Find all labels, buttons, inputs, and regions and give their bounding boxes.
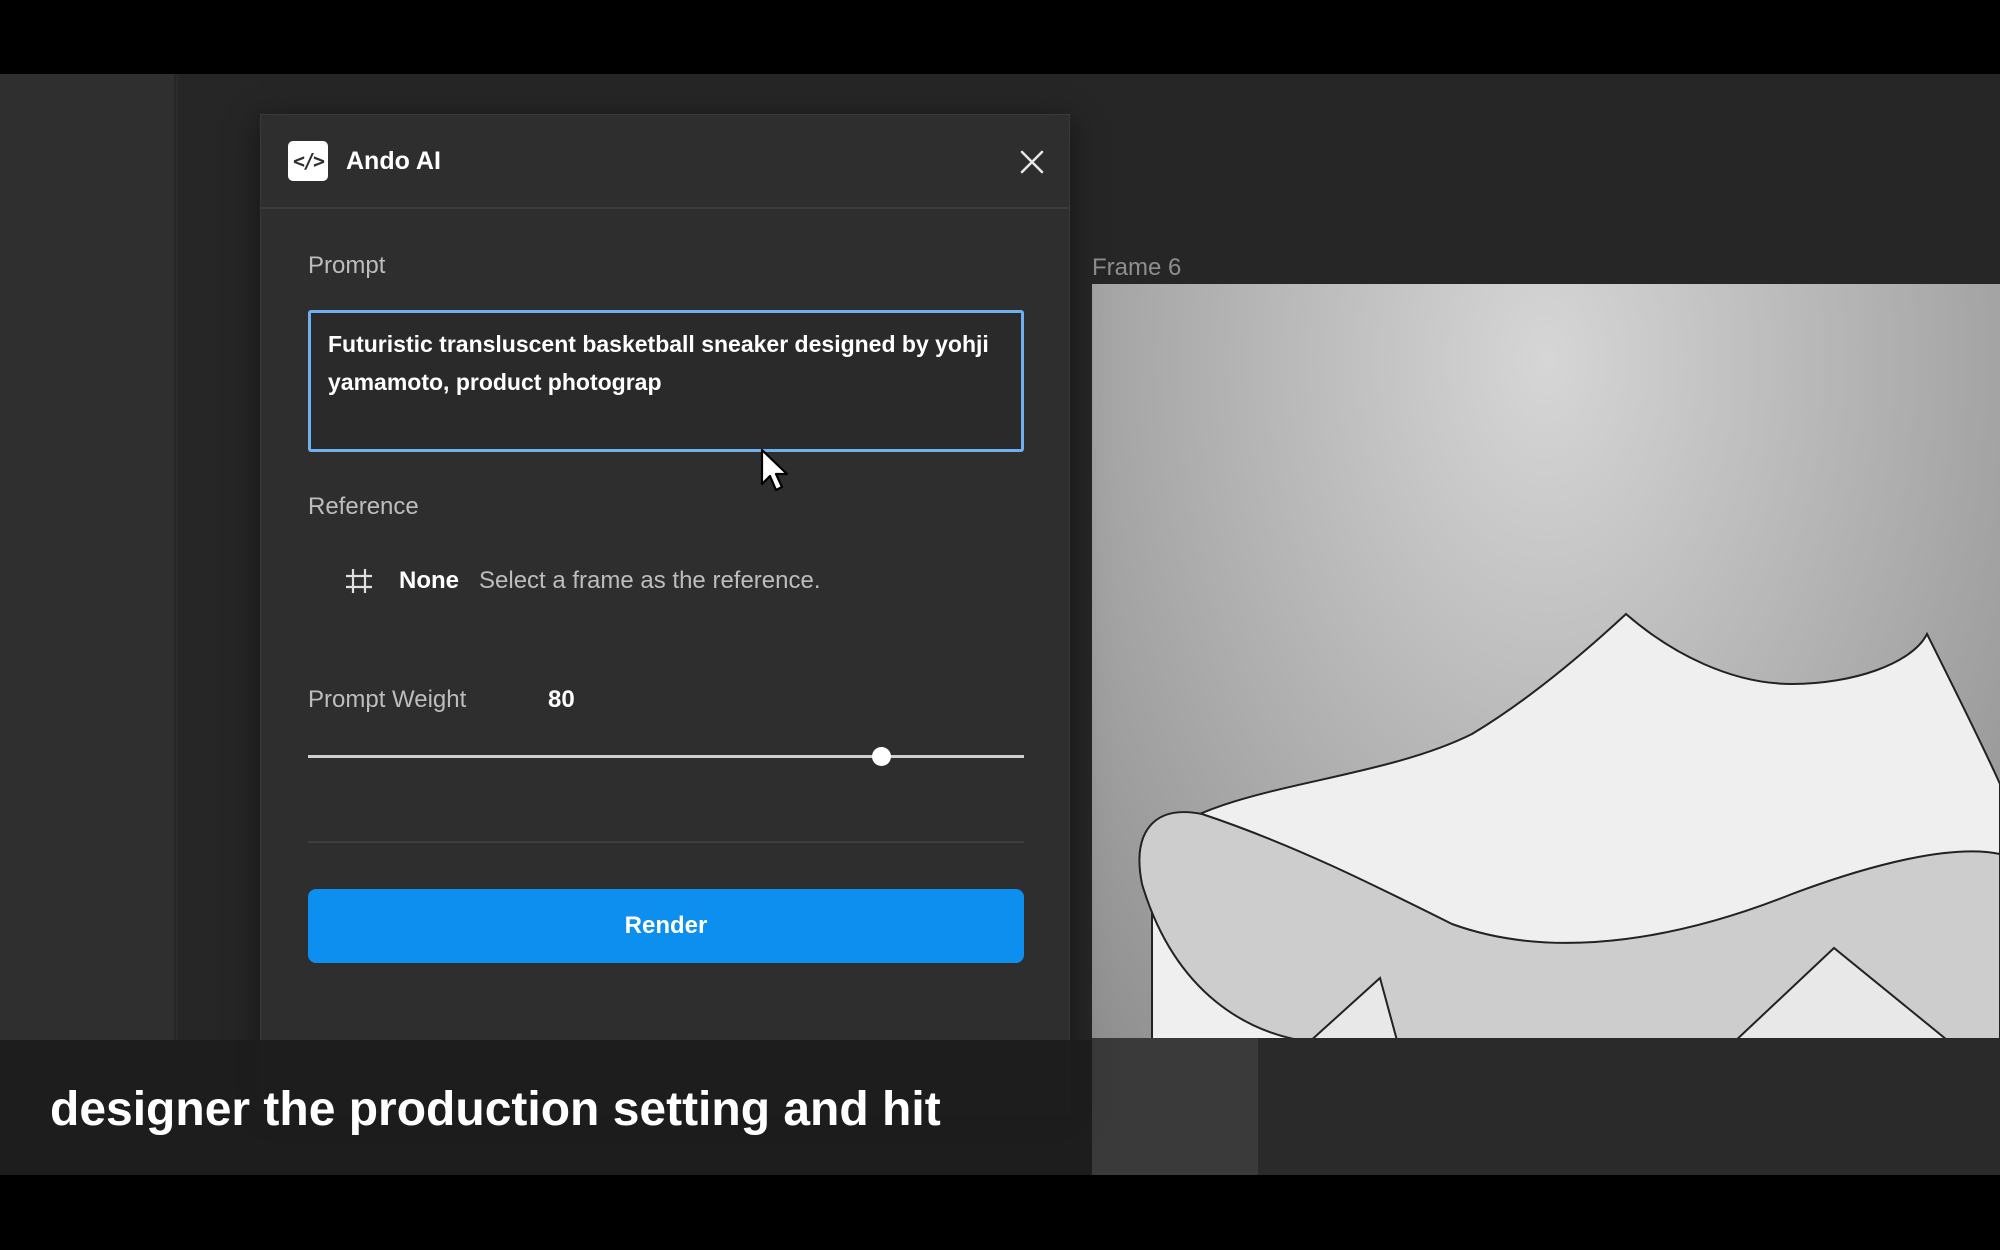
reference-label: Reference <box>308 493 419 520</box>
canvas-lower-region <box>1258 1038 2000 1175</box>
prompt-input[interactable] <box>308 310 1024 452</box>
hash-frame-icon <box>346 569 372 593</box>
design-app: Frame 6 </> Ando AI Prompt Reference <box>0 74 2000 1175</box>
video-letterbox-bottom <box>0 1175 2000 1250</box>
prompt-weight-value[interactable]: 80 <box>548 686 575 714</box>
frame-6[interactable] <box>1092 284 2000 1044</box>
reference-value: None <box>399 567 459 594</box>
close-button[interactable] <box>1009 139 1055 185</box>
video-letterbox-top <box>0 0 2000 74</box>
prompt-weight-label: Prompt Weight <box>308 686 467 713</box>
divider <box>308 841 1024 843</box>
panel-title: Ando AI <box>346 147 441 175</box>
canvas-shadow-region <box>1092 1038 1258 1175</box>
reference-hint: Select a frame as the reference. <box>479 567 821 594</box>
sneaker-sketch <box>1138 612 2000 1044</box>
panel-header: </> Ando AI <box>261 115 1069 209</box>
slider-track[interactable] <box>308 755 1024 758</box>
slider-thumb[interactable] <box>871 747 891 766</box>
code-brackets-icon: </> <box>288 141 328 181</box>
close-icon <box>1020 150 1044 174</box>
frame-label[interactable]: Frame 6 <box>1092 254 1181 282</box>
layers-sidebar <box>0 74 176 1175</box>
prompt-weight-slider[interactable] <box>308 739 1024 775</box>
render-button[interactable]: Render <box>308 889 1024 963</box>
prompt-label: Prompt <box>308 252 386 279</box>
ando-ai-plugin-panel: </> Ando AI Prompt Reference None Select… <box>260 114 1070 1114</box>
reference-selector[interactable]: None Select a frame as the reference. <box>341 561 821 601</box>
subtitle-text: designer the production setting and hit <box>50 1083 941 1136</box>
mouse-pointer-icon <box>760 448 789 492</box>
